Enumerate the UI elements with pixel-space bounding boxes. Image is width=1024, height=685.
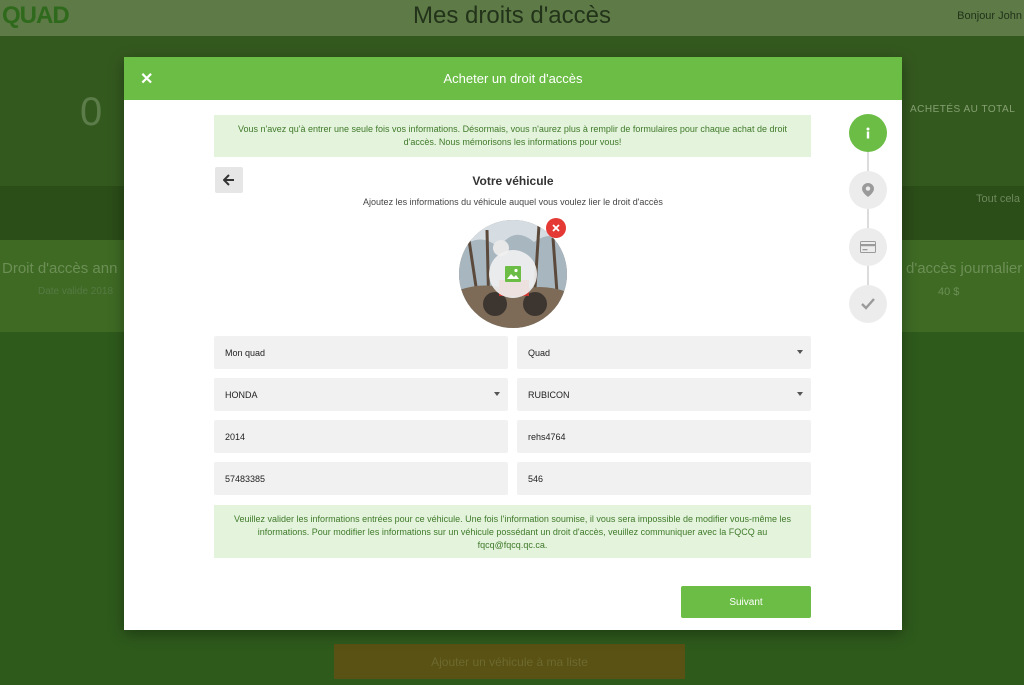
see-all-link[interactable]: Tout cela: [976, 193, 1020, 205]
chevron-down-icon: [797, 392, 803, 396]
add-vehicle-button[interactable]: Ajouter un véhicule à ma liste: [334, 644, 685, 679]
step-payment[interactable]: [849, 228, 887, 266]
image-icon: [505, 266, 521, 282]
vehicle-plate-field[interactable]: rehs4764: [517, 420, 811, 453]
close-icon: [552, 224, 560, 232]
vehicle-number-field[interactable]: 546: [517, 462, 811, 495]
credit-card-icon: [860, 241, 876, 253]
vehicle-name-field[interactable]: Mon quad: [214, 336, 508, 369]
modal-header: ✕ Acheter un droit d'accès: [124, 57, 902, 100]
checkmark-icon: [861, 298, 875, 310]
next-button[interactable]: Suivant: [681, 586, 811, 618]
section-title: Votre véhicule: [472, 174, 554, 188]
location-pin-icon: [862, 183, 874, 197]
vehicle-model-value: RUBICON: [528, 389, 570, 400]
vehicle-model-select[interactable]: RUBICON: [517, 378, 811, 411]
vehicle-make-select[interactable]: HONDA: [214, 378, 508, 411]
purchase-access-modal: ✕ Acheter un droit d'accès Vous n'avez q…: [124, 57, 902, 630]
annual-access-card-subtitle: Date valide 2018: [38, 286, 114, 297]
chevron-down-icon: [797, 350, 803, 354]
daily-access-card-price: 40 $: [938, 286, 960, 298]
stepper-line: [867, 132, 869, 302]
info-icon: [866, 127, 870, 139]
info-notice: Vous n'avez qu'à entrer une seule fois v…: [214, 115, 811, 157]
access-count: 0: [80, 90, 103, 134]
vehicle-type-value: Quad: [528, 347, 551, 358]
modal-title: Acheter un droit d'accès: [443, 71, 583, 86]
page-title: Mes droits d'accès: [413, 2, 611, 29]
step-confirm[interactable]: [849, 285, 887, 323]
total-purchased-label: ACHETÉS AU TOTAL: [910, 104, 1016, 115]
user-greeting[interactable]: Bonjour John: [957, 10, 1022, 22]
upload-photo-button[interactable]: [489, 250, 537, 298]
annual-access-card-title[interactable]: Droit d'accès ann: [2, 260, 117, 277]
chevron-down-icon: [494, 392, 500, 396]
vehicle-serial-field[interactable]: 57483385: [214, 462, 508, 495]
remove-photo-button[interactable]: [546, 218, 566, 238]
vehicle-year-field[interactable]: 2014: [214, 420, 508, 453]
daily-access-card-title[interactable]: d'accès journalier: [906, 260, 1022, 277]
vehicle-make-value: HONDA: [225, 389, 258, 400]
vehicle-type-select[interactable]: Quad: [517, 336, 811, 369]
step-info[interactable]: [849, 114, 887, 152]
section-subtitle: Ajoutez les informations du véhicule auq…: [363, 197, 663, 207]
step-location[interactable]: [849, 171, 887, 209]
validation-notice: Veuillez valider les informations entrée…: [214, 505, 811, 558]
